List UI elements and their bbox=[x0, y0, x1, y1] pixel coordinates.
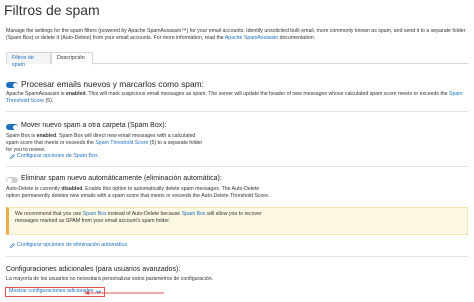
auto-delete-toggle[interactable] bbox=[6, 177, 18, 183]
autodelete-text: Auto-Delete is currently bbox=[6, 186, 62, 192]
spam-filters-page: Filtros de spam Manage the settings for … bbox=[0, 0, 474, 302]
pencil-icon bbox=[10, 243, 15, 248]
tab-description[interactable]: Descripción bbox=[51, 52, 93, 65]
process-text-mid: . This will mark suspicious email messag… bbox=[85, 91, 449, 97]
alert-text-start: We recommend that you use bbox=[15, 211, 83, 217]
tab-spam-filters[interactable]: Filtros de spam bbox=[6, 52, 51, 68]
divider bbox=[6, 166, 468, 167]
auto-delete-description: Auto-Delete is currently disabled. Enabl… bbox=[6, 186, 271, 200]
additional-settings-heading: Configuraciones adicionales (para usuari… bbox=[6, 266, 181, 273]
process-text-end: (5). bbox=[44, 98, 54, 105]
process-spam-toggle[interactable] bbox=[6, 82, 18, 88]
intro-text-end: documentation. bbox=[278, 35, 316, 42]
process-status: enabled bbox=[65, 91, 86, 97]
autodelete-status: disabled bbox=[61, 186, 83, 192]
toggle-knob bbox=[12, 124, 18, 130]
alert-text: We recommend that you use Spam Box inste… bbox=[15, 211, 285, 225]
configure-spam-box-label: Configurar opciones de Spam Box bbox=[17, 153, 98, 159]
process-text: Apache SpamAssassin is bbox=[6, 91, 66, 97]
spam-box-description: Spam Box is enabled. Spam Box will direc… bbox=[6, 133, 206, 154]
annotation-arrow bbox=[84, 291, 164, 295]
spamassassin-doc-link[interactable]: Apache SpamAssassin bbox=[225, 35, 278, 41]
spam-box-recommendation-alert: We recommend that you use Spam Box inste… bbox=[6, 207, 468, 235]
spam-box-link[interactable]: Spam Box bbox=[182, 211, 206, 217]
configure-spam-box-link[interactable]: Configurar opciones de Spam Box bbox=[10, 153, 98, 160]
auto-delete-heading: Eliminar spam nuevo automáticamente (eli… bbox=[21, 175, 222, 182]
tab-bar: Filtros de spam Descripción bbox=[6, 52, 468, 68]
divider bbox=[6, 111, 468, 112]
process-spam-description: Apache SpamAssassin is enabled. This wil… bbox=[6, 91, 466, 105]
page-title: Filtros de spam bbox=[4, 2, 100, 18]
page-intro: Manage the settings for the spam filters… bbox=[6, 28, 468, 42]
spam-threshold-link[interactable]: Spam Threshold Score bbox=[95, 140, 148, 146]
spam-box-toggle[interactable] bbox=[6, 124, 18, 130]
alert-text-mid: instead of Auto-Delete because bbox=[106, 211, 182, 217]
pencil-icon bbox=[10, 154, 15, 159]
toggle-knob bbox=[6, 177, 12, 183]
configure-auto-delete-label: Configurar opciones de eliminación autom… bbox=[17, 242, 128, 248]
divider bbox=[6, 256, 468, 257]
configure-auto-delete-link[interactable]: Configurar opciones de eliminación autom… bbox=[10, 242, 127, 249]
additional-settings-text: La mayoría de los usuarios no necesitará… bbox=[6, 276, 214, 282]
process-spam-heading: Procesar emails nuevos y marcarlos como … bbox=[21, 79, 204, 89]
spam-box-link[interactable]: Spam Box bbox=[83, 211, 107, 217]
toggle-knob bbox=[12, 82, 18, 88]
spambox-status: enabled bbox=[36, 133, 57, 139]
spambox-text: Spam Box is bbox=[6, 133, 37, 139]
show-additional-label: Mostrar configuraciones adicionales bbox=[9, 288, 94, 295]
spam-box-heading: Mover nuevo spam a otra carpeta (Spam Bo… bbox=[21, 122, 167, 129]
